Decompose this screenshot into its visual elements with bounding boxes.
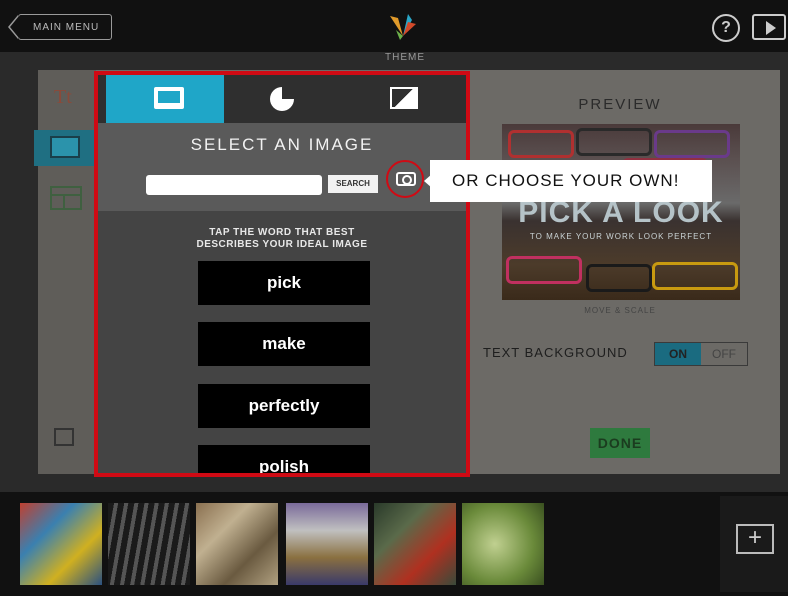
theme-label: THEME — [385, 52, 425, 63]
theme-thumbnail[interactable] — [20, 503, 102, 585]
theme-thumbnail[interactable] — [374, 503, 456, 585]
text-tool-icon[interactable]: Tt — [54, 86, 72, 109]
select-image-modal: SELECT AN IMAGE SEARCH TAP THE WORD THAT… — [94, 71, 470, 477]
theme-thumbnail[interactable] — [108, 503, 190, 585]
search-button[interactable]: SEARCH — [328, 175, 378, 193]
word-button-pick[interactable]: pick — [198, 261, 370, 305]
camera-icon[interactable] — [396, 172, 416, 186]
text-background-label: TEXT BACKGROUND — [483, 345, 628, 360]
play-icon[interactable] — [752, 14, 786, 40]
text-background-toggle[interactable]: ON OFF — [654, 342, 748, 366]
image-icon — [50, 136, 80, 158]
preview-subline: TO MAKE YOUR WORK LOOK PERFECT — [529, 232, 713, 241]
word-button-perfectly[interactable]: perfectly — [198, 384, 370, 428]
callout-text: OR CHOOSE YOUR OWN! — [452, 171, 680, 190]
word-button-polish[interactable]: polish — [198, 445, 370, 473]
tab-image[interactable] — [106, 75, 224, 123]
app-logo-icon — [390, 14, 416, 40]
main-menu-button[interactable]: MAIN MENU — [8, 14, 112, 40]
share-icon[interactable] — [54, 428, 74, 446]
theme-thumbnail[interactable] — [462, 503, 544, 585]
instruction-text: TAP THE WORD THAT BEST DESCRIBES YOUR ID… — [98, 227, 466, 251]
instruction-line-2: DESCRIBES YOUR IDEAL IMAGE — [196, 239, 368, 250]
theme-thumbnail[interactable] — [196, 503, 278, 585]
pie-chart-icon — [270, 87, 294, 111]
help-icon[interactable]: ? — [712, 14, 740, 42]
tab-chart[interactable] — [224, 75, 344, 123]
word-button-make[interactable]: make — [198, 322, 370, 366]
done-button[interactable]: DONE — [590, 428, 650, 458]
instruction-line-1: TAP THE WORD THAT BEST — [209, 227, 355, 238]
toggle-off[interactable]: OFF — [701, 343, 747, 365]
search-input[interactable] — [146, 175, 322, 195]
toggle-on[interactable]: ON — [655, 343, 701, 365]
layout-icon[interactable] — [50, 186, 82, 210]
preview-label: PREVIEW — [578, 96, 662, 113]
add-button[interactable]: + — [736, 524, 774, 554]
back-arrow-icon — [8, 15, 19, 39]
contrast-icon — [390, 87, 418, 109]
modal-title: SELECT AN IMAGE — [190, 135, 374, 154]
main-menu-label: MAIN MENU — [33, 21, 100, 33]
tab-color[interactable] — [344, 75, 466, 123]
theme-thumbnail[interactable] — [286, 503, 368, 585]
modal-tabs — [98, 75, 466, 123]
image-icon — [154, 87, 184, 109]
move-scale-hint: MOVE & SCALE — [584, 306, 656, 315]
